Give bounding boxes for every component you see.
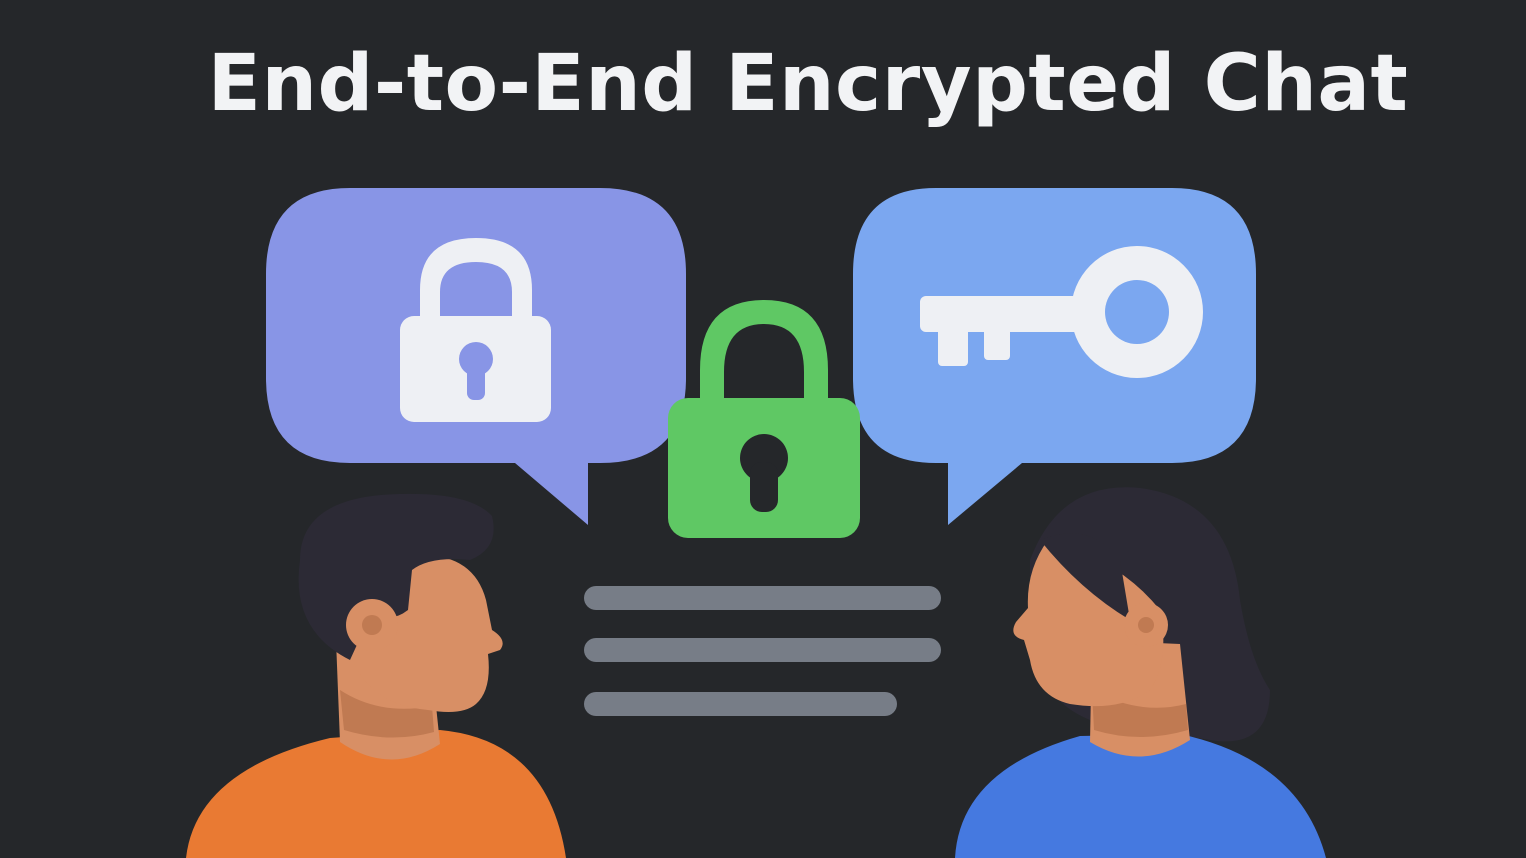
right-speech-bubble <box>853 188 1256 525</box>
message-line <box>584 638 941 662</box>
message-line <box>584 692 897 716</box>
woman-avatar <box>955 487 1326 858</box>
illustration-canvas: End-to-End Encrypted Chat <box>0 0 1526 858</box>
man-avatar <box>186 493 566 858</box>
left-speech-bubble <box>266 188 686 525</box>
message-line <box>584 586 941 610</box>
padlock-icon <box>668 300 860 538</box>
message-lines <box>584 586 941 716</box>
chat-scene <box>186 188 1326 858</box>
